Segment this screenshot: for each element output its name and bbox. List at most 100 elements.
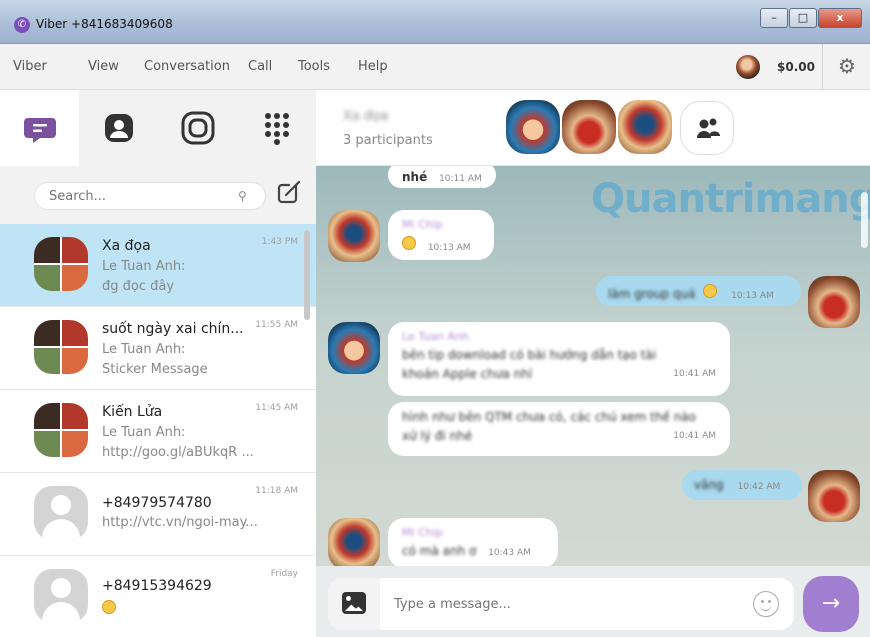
tab-public-chats[interactable] — [158, 90, 237, 166]
group-avatar — [34, 320, 88, 374]
contacts-icon — [105, 114, 133, 142]
chat-item-84915394629[interactable]: +84915394629 Friday — [0, 556, 316, 637]
message-time: 10:43 AM — [488, 548, 531, 558]
title-bar: ✆ Viber +841683409608 – □ x — [0, 0, 870, 44]
menu-viber[interactable]: Viber — [13, 59, 47, 74]
tab-chats[interactable] — [0, 90, 79, 166]
emoji-icon — [402, 236, 416, 250]
menu-tools[interactable]: Tools — [298, 59, 330, 74]
maximize-button[interactable]: □ — [789, 8, 817, 28]
conversation-title[interactable]: Xa đọa — [343, 109, 388, 124]
message-text-line2: xử lý đi nhé — [402, 429, 473, 443]
chat-list-scrollbar[interactable] — [304, 230, 310, 320]
chat-item-kien-lua[interactable]: Kiến Lửa Le Tuan Anh: http://goo.gl/aBUk… — [0, 390, 316, 473]
message-area: Quantrimang nhé 10:11 AM Mi Chip 10:13 A… — [316, 166, 870, 566]
chat-preview: http://goo.gl/aBUkqR ... — [102, 445, 254, 460]
message-bubble[interactable]: Le Tuan Anh bên tip download có bài hướn… — [388, 322, 730, 396]
group-avatar — [34, 237, 88, 291]
chat-time: 1:43 PM — [261, 237, 298, 247]
message-text: nhé — [402, 170, 428, 184]
smiley-icon[interactable] — [753, 591, 779, 617]
tab-dialpad[interactable] — [237, 90, 316, 166]
message-text-line2: khoản Apple chưa nhỉ — [402, 367, 533, 381]
minimize-button[interactable]: – — [760, 8, 788, 28]
default-avatar-icon — [34, 569, 88, 623]
sidebar: ⚲ Xa đọa Le Tuan Anh: đg đọc đây 1:43 PM… — [0, 90, 316, 637]
search-input[interactable] — [34, 182, 266, 210]
attach-image-button[interactable] — [328, 578, 380, 630]
message-text: vâng — [694, 478, 724, 492]
emoji-icon — [703, 284, 718, 298]
menu-help[interactable]: Help — [358, 59, 388, 74]
message-text: làm group quả — [608, 287, 696, 301]
sender-name: Mi Chip — [402, 526, 443, 539]
chat-name: +84979574780 — [102, 495, 212, 511]
message-time: 10:13 AM — [427, 243, 471, 253]
search-bar: ⚲ — [0, 166, 316, 224]
chat-time: 11:18 AM — [255, 486, 298, 496]
tab-contacts[interactable] — [79, 90, 158, 166]
sender-avatar[interactable] — [328, 322, 380, 374]
viber-logo-icon: ✆ — [14, 17, 30, 33]
chat-preview: http://vtc.vn/ngoi-may... — [102, 515, 258, 530]
message-input[interactable] — [394, 590, 734, 618]
sender-avatar[interactable] — [328, 210, 380, 262]
participant-avatar[interactable] — [618, 100, 672, 154]
message-text: bên tip download có bài hướng dẫn tạo tà… — [402, 348, 657, 362]
menu-divider — [822, 44, 823, 90]
group-icon — [697, 118, 720, 138]
participant-avatar[interactable] — [562, 100, 616, 154]
menu-conversation[interactable]: Conversation — [144, 59, 230, 74]
window-title: Viber +841683409608 — [36, 17, 173, 31]
chat-preview: đg đọc đây — [102, 279, 175, 294]
chats-icon — [24, 118, 56, 143]
chat-sender: Le Tuan Anh: — [102, 425, 186, 440]
chat-preview: Sticker Message — [102, 362, 208, 377]
chat-item-suot-ngay[interactable]: suốt ngày xai chín... Le Tuan Anh: Stick… — [0, 307, 316, 390]
dialpad-icon — [265, 113, 289, 145]
message-bubble[interactable]: vâng 10:42 AM — [682, 470, 802, 500]
chat-name: Xa đọa — [102, 238, 151, 254]
message-scrollbar[interactable] — [861, 192, 868, 248]
close-button[interactable]: x — [818, 8, 862, 28]
credit-balance[interactable]: $0.00 — [777, 60, 815, 74]
chat-sender: Le Tuan Anh: — [102, 342, 186, 357]
chat-name: suốt ngày xai chín... — [102, 321, 244, 337]
message-bubble[interactable]: làm group quả 10:13 AM — [596, 276, 801, 306]
message-bubble[interactable]: Mi Chip có mà anh ơ 10:43 AM — [388, 518, 558, 566]
sender-avatar[interactable] — [328, 518, 380, 566]
gear-icon[interactable]: ⚙ — [836, 55, 858, 77]
chat-time: 11:55 AM — [255, 320, 298, 330]
my-avatar[interactable] — [808, 276, 860, 328]
chat-time: Friday — [270, 569, 298, 579]
compose-box — [328, 578, 794, 630]
send-button[interactable]: → — [803, 576, 859, 632]
chat-name: Kiến Lửa — [102, 404, 163, 420]
message-bubble[interactable]: hình như bên QTM chưa có, các chú xem th… — [388, 402, 730, 456]
message-bubble[interactable]: Mi Chip 10:13 AM — [388, 210, 494, 260]
message-bubble[interactable]: nhé 10:11 AM — [388, 166, 496, 188]
message-text: hình như bên QTM chưa có, các chú xem th… — [402, 410, 696, 424]
menu-view[interactable]: View — [88, 59, 119, 74]
chat-item-84979574780[interactable]: +84979574780 http://vtc.vn/ngoi-may... 1… — [0, 473, 316, 556]
menu-call[interactable]: Call — [248, 59, 272, 74]
watermark-text: Quantrimang — [591, 176, 870, 222]
my-avatar[interactable] — [808, 470, 860, 522]
profile-avatar[interactable] — [736, 55, 760, 79]
chat-item-xa-doa[interactable]: Xa đọa Le Tuan Anh: đg đọc đây 1:43 PM — [0, 224, 316, 307]
chat-sender: Le Tuan Anh: — [102, 259, 186, 274]
chat-time: 11:45 AM — [255, 403, 298, 413]
menu-bar: Viber View Conversation Call Tools Help … — [0, 44, 870, 90]
sender-name: Mi Chip — [402, 218, 443, 231]
message-text: có mà anh ơ — [402, 544, 477, 558]
group-info-button[interactable] — [680, 101, 734, 155]
message-time: 10:13 AM — [731, 291, 774, 301]
participant-avatar[interactable] — [506, 100, 560, 154]
message-time: 10:42 AM — [737, 482, 781, 492]
compose-icon[interactable] — [276, 179, 302, 205]
participants-count[interactable]: 3 participants — [343, 133, 433, 148]
default-avatar-icon — [34, 486, 88, 540]
search-icon[interactable]: ⚲ — [238, 189, 247, 203]
message-time: 10:11 AM — [439, 174, 482, 184]
sidebar-tabs — [0, 90, 316, 166]
